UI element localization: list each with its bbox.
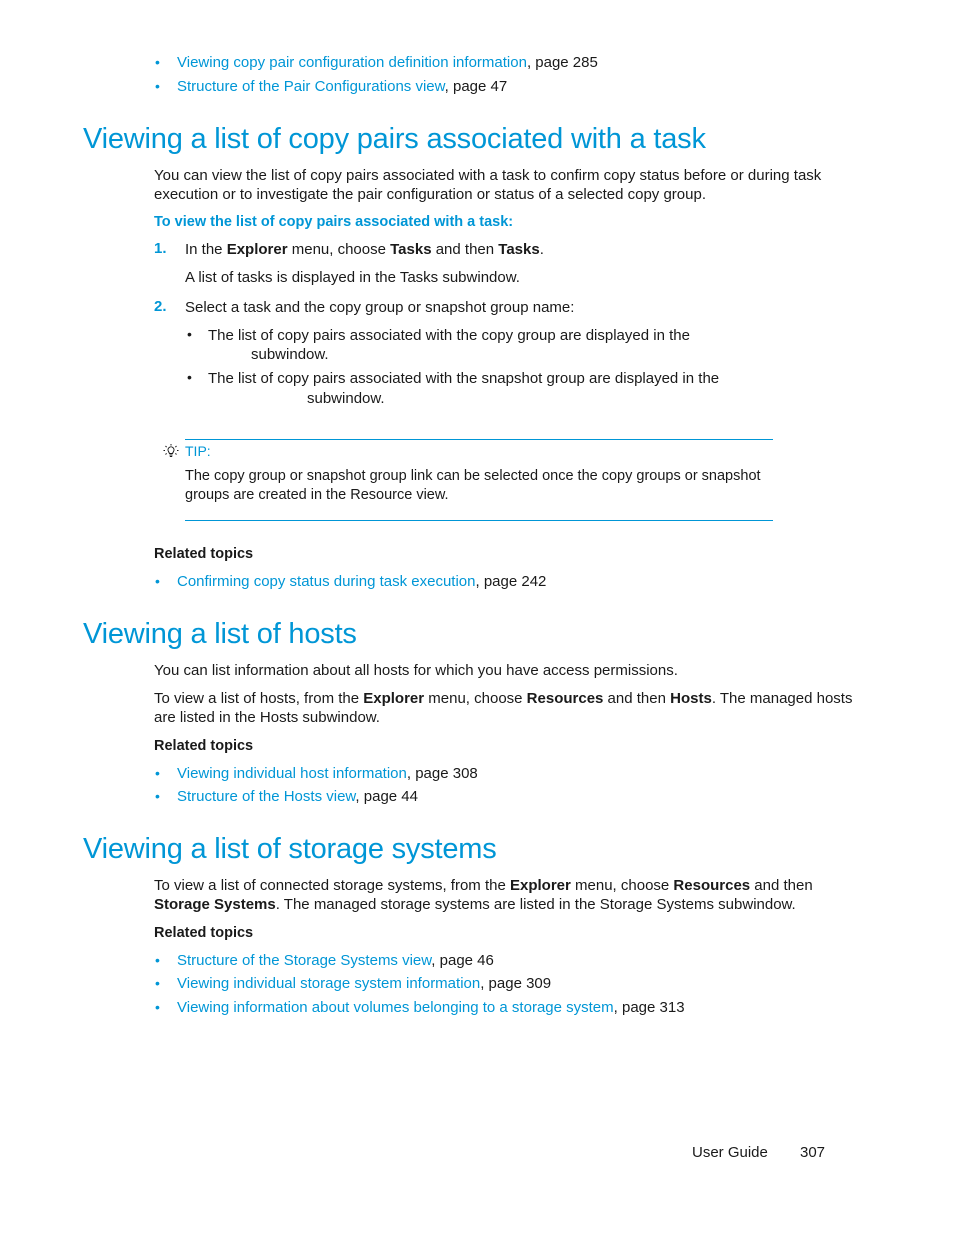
tip-text-line: groups are created in the Resource view. [185, 487, 449, 503]
ui-term: Explorer [226, 241, 288, 258]
bullet: • [187, 369, 192, 385]
related-link[interactable]: Confirming copy status during task execu… [177, 573, 475, 590]
lightbulb-icon [162, 442, 180, 460]
related-topics-label: Related topics [154, 738, 254, 754]
text-run: and then [750, 877, 813, 894]
subitem-line: subwindow. [251, 346, 329, 363]
footer-guide-label: User Guide [692, 1144, 768, 1161]
page-ref: , page 242 [475, 573, 547, 590]
bullet: • [155, 975, 160, 991]
bullet: • [155, 765, 160, 781]
ui-term: Hosts [670, 690, 712, 707]
related-link[interactable]: Viewing information about volumes belong… [177, 999, 614, 1016]
paragraph-line: To view a list of hosts, from the Explor… [154, 689, 852, 708]
text-run: In the [185, 241, 227, 258]
paragraph-line: are listed in the Hosts subwindow. [154, 709, 380, 726]
text-run: and then [603, 690, 671, 707]
text-run: menu, choose [424, 690, 527, 707]
ui-term: Explorer [510, 877, 571, 894]
page-ref: , page 44 [355, 788, 418, 805]
text-run: . The managed hosts [711, 690, 853, 707]
bullet: • [155, 54, 160, 70]
text-run: . The managed storage systems are listed… [275, 896, 796, 913]
tip-label: TIP: [185, 443, 211, 459]
tip-text-line: The copy group or snapshot group link ca… [185, 468, 761, 484]
ui-term: Tasks [498, 241, 540, 258]
bullet: • [155, 999, 160, 1015]
text-run: menu, choose [287, 241, 391, 258]
related-link[interactable]: Structure of the Hosts view [177, 788, 355, 805]
bullet: • [155, 78, 160, 94]
text-run: . [539, 241, 544, 258]
step-text: In the Explorer menu, choose Tasks and t… [185, 240, 544, 259]
ui-term: Storage Systems [154, 896, 276, 913]
ui-term: Resources [673, 877, 751, 894]
page-ref: , page 313 [613, 999, 685, 1016]
section-heading-hosts: Viewing a list of hosts [83, 618, 357, 650]
text-run: and then [431, 241, 499, 258]
page-ref: , page 47 [444, 78, 508, 95]
tip-top-rule [185, 439, 773, 440]
intro-paragraph-line: execution or to investigate the pair con… [154, 186, 706, 203]
page-ref: , page 308 [406, 765, 478, 782]
footer-page-number: 307 [800, 1144, 826, 1161]
intro-paragraph-line: You can view the list of copy pairs asso… [154, 167, 822, 184]
step-number: 2. [154, 298, 167, 315]
subitem-line: subwindow. [307, 390, 385, 407]
paragraph-line: To view a list of connected storage syst… [154, 876, 813, 895]
text-run: menu, choose [570, 877, 674, 894]
related-topics-label: Related topics [154, 546, 254, 562]
page-ref: , page 285 [526, 54, 598, 71]
paragraph-line: Storage Systems. The managed storage sys… [154, 895, 796, 914]
section-heading-copy-pairs: Viewing a list of copy pairs associated … [83, 123, 706, 155]
ui-term: Explorer [363, 690, 425, 707]
text-run: To view a list of hosts, from the [154, 690, 364, 707]
step-text: Select a task and the copy group or snap… [185, 299, 575, 316]
related-link[interactable]: Structure of the Storage Systems view [177, 952, 431, 969]
related-link[interactable]: Viewing individual host information [177, 765, 407, 782]
page-ref: , page 46 [431, 952, 494, 969]
step-number: 1. [154, 240, 167, 257]
subitem-line: The list of copy pairs associated with t… [208, 370, 720, 387]
bullet: • [155, 573, 160, 589]
related-topics-label: Related topics [154, 925, 254, 941]
bullet: • [155, 788, 160, 804]
tip-bottom-rule [185, 520, 773, 521]
page-ref: , page 309 [480, 975, 552, 992]
section-heading-storage-systems: Viewing a list of storage systems [83, 833, 497, 865]
procedure-title: To view the list of copy pairs associate… [154, 214, 514, 230]
text-run: To view a list of connected storage syst… [154, 877, 510, 894]
bullet: • [155, 952, 160, 968]
paragraph: You can list information about all hosts… [154, 662, 678, 679]
subitem-line: The list of copy pairs associated with t… [208, 327, 690, 344]
step-result: A list of tasks is displayed in the Task… [185, 269, 520, 286]
related-link[interactable]: Viewing individual storage system inform… [177, 975, 480, 992]
bullet: • [187, 326, 192, 342]
ui-term: Tasks [390, 241, 432, 258]
related-link[interactable]: Structure of the Pair Configurations vie… [177, 78, 445, 95]
related-link[interactable]: Viewing copy pair configuration definiti… [177, 54, 527, 71]
ui-term: Resources [526, 690, 604, 707]
